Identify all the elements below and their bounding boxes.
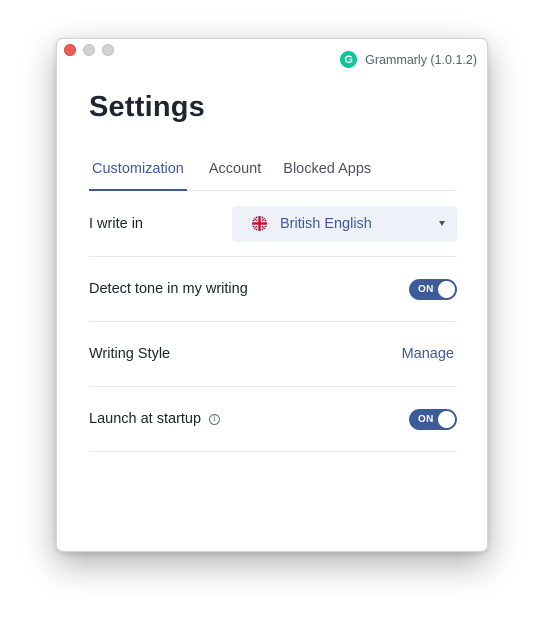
toggle-knob: [438, 410, 455, 428]
startup-label-group: Launch at startup i: [89, 411, 221, 427]
tab-blocked-apps[interactable]: Blocked Apps: [283, 153, 371, 191]
settings-window: G Grammarly (1.0.1.2) Settings Customiza…: [56, 38, 488, 552]
close-window-button[interactable]: [64, 44, 76, 56]
setting-row-tone: Detect tone in my writing ON: [89, 257, 457, 322]
tone-toggle[interactable]: ON: [409, 278, 457, 300]
toggle-knob: [438, 280, 455, 298]
writing-style-label: Writing Style: [89, 346, 171, 362]
tab-customization[interactable]: Customization: [89, 153, 187, 191]
setting-row-startup: Launch at startup i ON: [89, 387, 457, 452]
grammarly-logo-icon: G: [340, 51, 358, 68]
language-dropdown[interactable]: British English: [232, 205, 457, 242]
app-name-version: Grammarly (1.0.1.2): [365, 52, 477, 67]
startup-toggle[interactable]: ON: [409, 408, 457, 430]
maximize-window-button[interactable]: [102, 44, 114, 56]
manage-link[interactable]: Manage: [402, 346, 454, 362]
setting-row-language: I write in British English: [89, 191, 457, 257]
info-icon[interactable]: i: [209, 413, 221, 425]
startup-toggle-state: ON: [418, 413, 434, 425]
page-title: Settings: [89, 91, 205, 123]
tab-account[interactable]: Account: [209, 153, 261, 191]
chevron-down-icon: [439, 221, 445, 226]
setting-row-writing-style: Writing Style Manage: [89, 322, 457, 387]
tab-bar: Customization Account Blocked Apps: [89, 153, 457, 191]
startup-label: Launch at startup: [89, 411, 202, 427]
uk-flag-icon: [252, 216, 267, 231]
tone-toggle-state: ON: [418, 283, 434, 295]
language-value: British English: [280, 215, 372, 232]
tone-label: Detect tone in my writing: [89, 281, 248, 297]
minimize-window-button[interactable]: [83, 44, 95, 56]
app-info: G Grammarly (1.0.1.2): [340, 51, 477, 68]
window-controls: [64, 44, 114, 56]
language-label: I write in: [89, 215, 143, 232]
